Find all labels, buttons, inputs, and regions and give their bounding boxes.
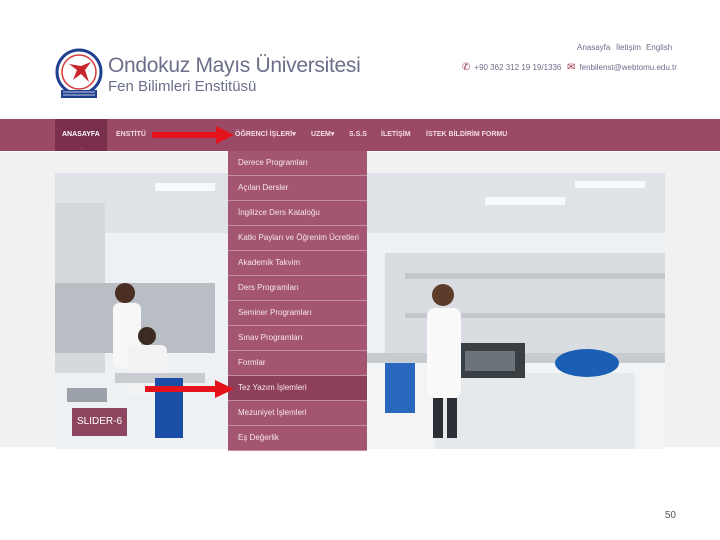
toplink-contact[interactable]: İletişim [616, 43, 641, 52]
chevron-down-icon: ▾ [330, 131, 335, 138]
nav-uzem[interactable]: UZEM▾ [311, 119, 334, 151]
email-address[interactable]: fenbilenst@webtomu.edu.tr [579, 63, 677, 72]
menu-item-graduation[interactable]: Mezuniyet İşlemleri [228, 401, 367, 426]
nav-uzem-label: UZEM [311, 131, 331, 138]
nav-institute[interactable]: ENSTİTÜ [116, 119, 146, 151]
annotation-arrow-icon [152, 126, 234, 144]
menu-item-english-catalog[interactable]: İngilizce Ders Kataloğu [228, 201, 367, 226]
menu-item-offered-courses[interactable]: Açılan Dersler [228, 176, 367, 201]
institute-name: Fen Bilimleri Enstitüsü [108, 78, 257, 95]
mail-icon: ✉ [567, 62, 576, 73]
menu-item-course-schedules[interactable]: Ders Programları [228, 276, 367, 301]
active-pointer-icon: ^ [80, 148, 84, 155]
menu-item-degree-programs[interactable]: Derece Programları [228, 151, 367, 176]
menu-item-tuition-fees[interactable]: Katkı Payları ve Öğrenim Ücretleri [228, 226, 367, 251]
menu-item-exam-schedules[interactable]: Sınav Programları [228, 326, 367, 351]
phone-number: +90 362 312 19 19/1336 [474, 63, 562, 72]
slider-label: SLIDER-6 [72, 408, 127, 436]
toplink-home[interactable]: Anasayfa [577, 43, 610, 52]
main-navbar: ANASAYFA ENSTİTÜ ÖĞRENCİ İŞLERİ▾ UZEM▾ S… [0, 119, 720, 151]
menu-item-forms[interactable]: Formlar [228, 351, 367, 376]
phone-contact: ✆ +90 362 312 19 19/1336 [462, 62, 561, 73]
university-logo[interactable] [55, 46, 103, 104]
email-contact[interactable]: ✉ fenbilenst@webtomu.edu.tr [567, 62, 677, 73]
toplink-english[interactable]: English [646, 43, 672, 52]
nav-student-affairs[interactable]: ÖĞRENCİ İŞLERİ▾ [235, 119, 296, 151]
menu-item-academic-calendar[interactable]: Akademik Takvim [228, 251, 367, 276]
menu-item-thesis-writing[interactable]: Tez Yazım İşlemleri [228, 376, 367, 401]
student-affairs-dropdown: Derece Programları Açılan Dersler İngili… [228, 151, 367, 451]
nav-contact[interactable]: İLETİŞİM [381, 119, 411, 151]
page-number: 50 [664, 510, 676, 521]
phone-icon: ✆ [462, 62, 471, 73]
menu-item-seminar-schedules[interactable]: Seminer Programları [228, 301, 367, 326]
chevron-down-icon: ▾ [292, 131, 296, 138]
nav-request-form[interactable]: İSTEK BİLDİRİM FORMU [426, 119, 507, 151]
university-name: Ondokuz Mayıs Üniversitesi [108, 54, 361, 77]
nav-faq[interactable]: S.S.S [349, 119, 367, 151]
nav-student-affairs-label: ÖĞRENCİ İŞLERİ [235, 131, 293, 138]
annotation-arrow-icon [145, 380, 234, 398]
nav-home[interactable]: ANASAYFA [55, 119, 107, 151]
menu-item-equivalence[interactable]: Eş Değerlik [228, 426, 367, 451]
